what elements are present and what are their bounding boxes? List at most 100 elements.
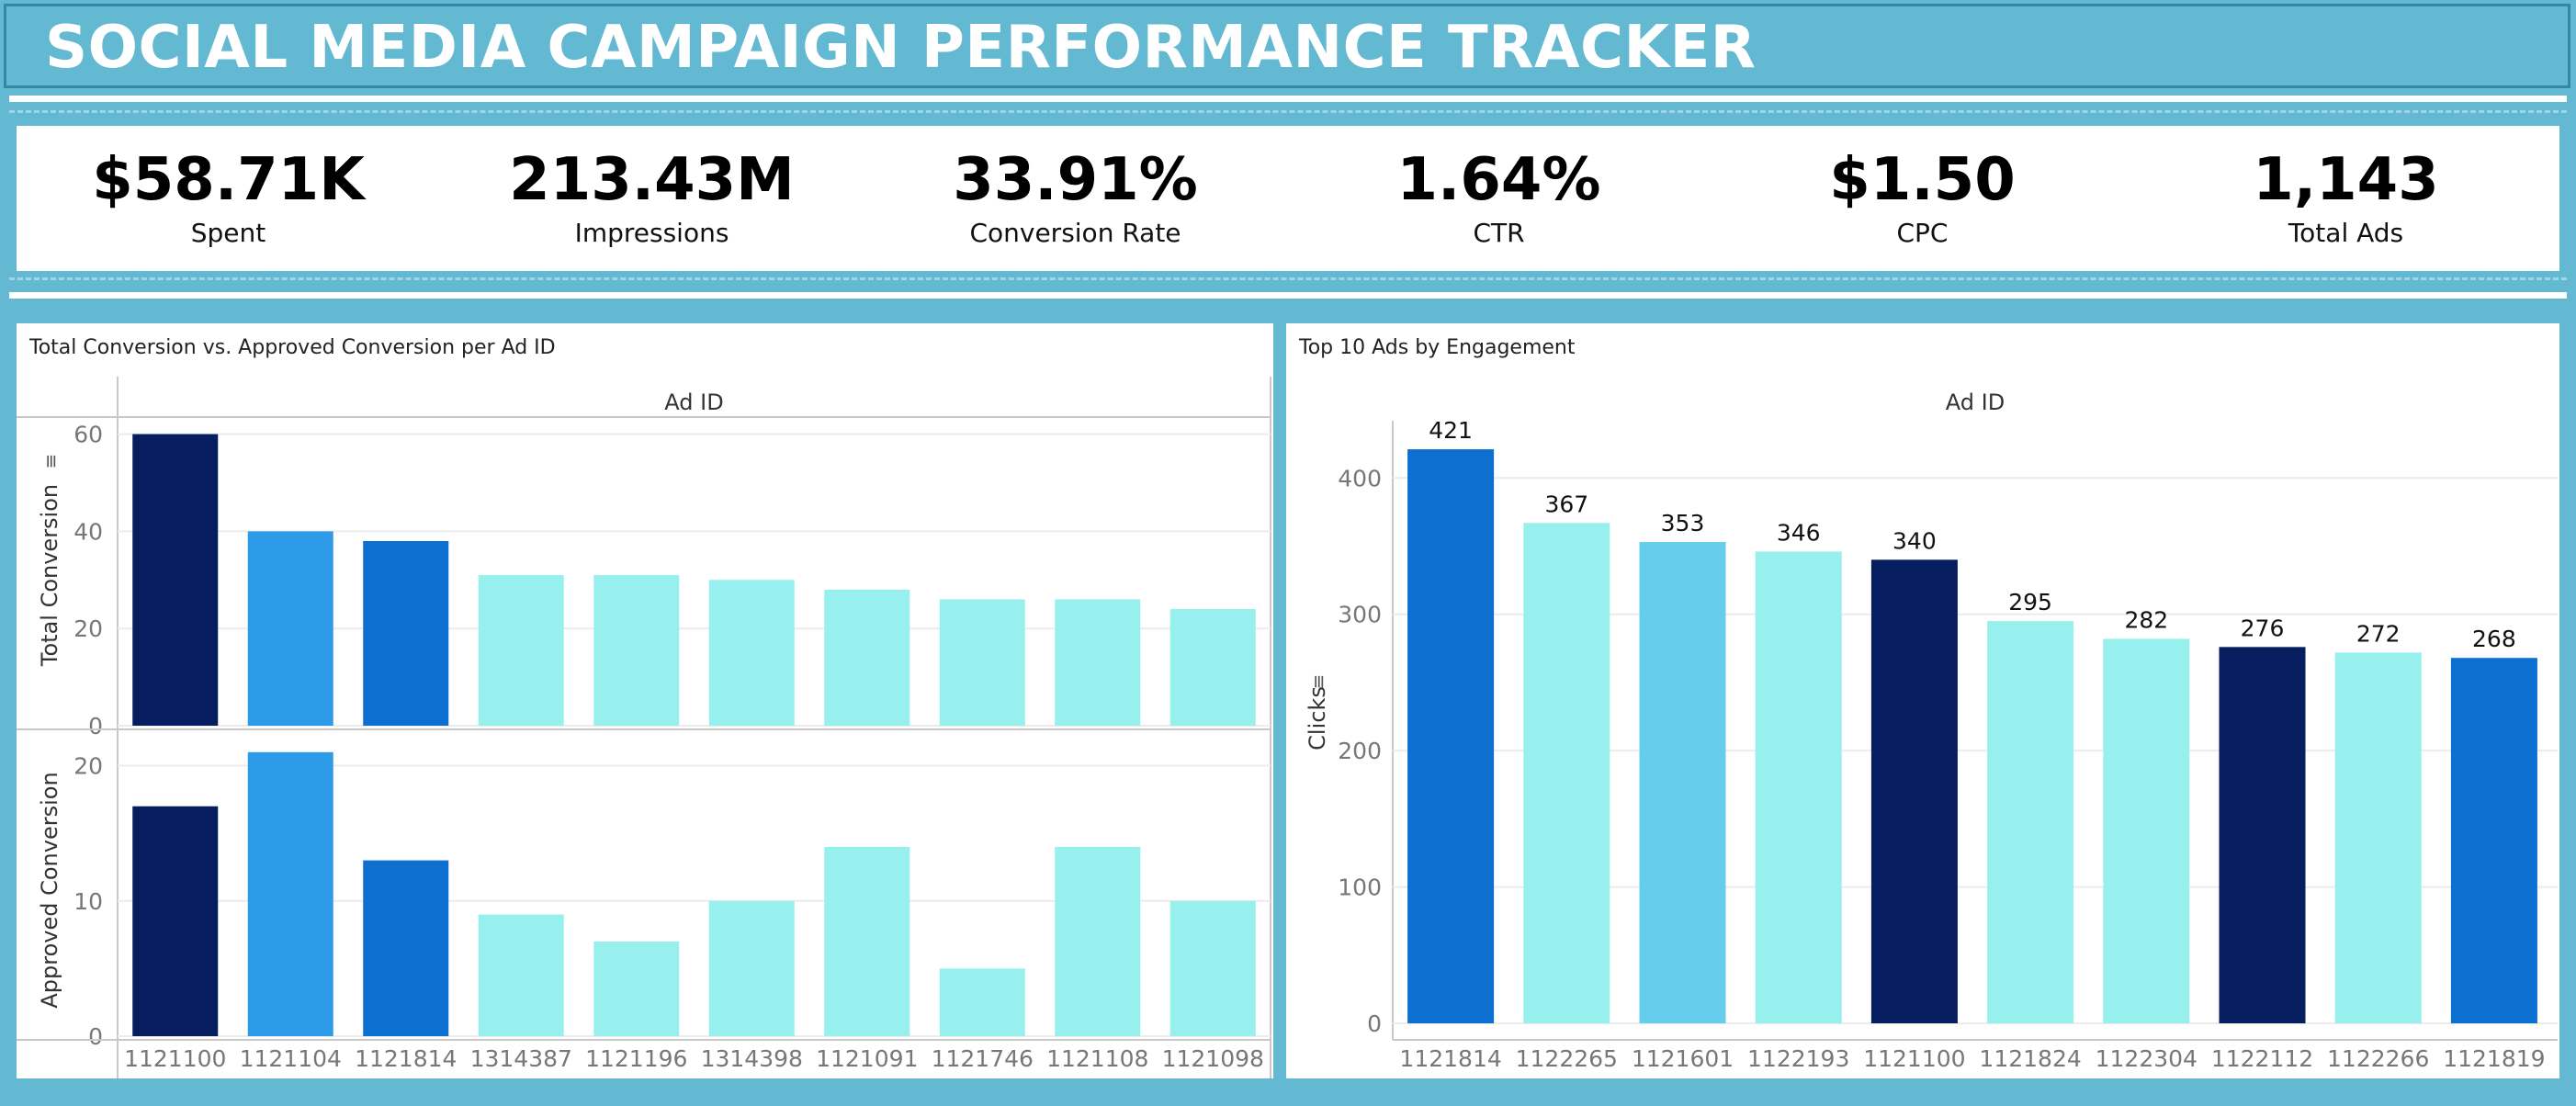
clicks-bar [1870,559,1958,1023]
y-tick-label: 400 [1338,465,1382,491]
data-label: 276 [2241,615,2285,641]
kpi-value: 1,143 [2253,146,2439,214]
y-tick-label: 200 [1338,738,1382,764]
approved-conversion-bar [132,806,219,1036]
approved-conversion-bar [363,860,449,1036]
section-divider [9,292,2567,299]
title-bar: SOCIAL MEDIA CAMPAIGN PERFORMANCE TRACKE… [4,4,2570,88]
approved-conversion-bar [1055,846,1141,1036]
x-tick-label: 1121601 [1632,1045,1734,1072]
engagement-chart-title: Top 10 Ads by Engagement [1299,336,1576,359]
clicks-bar [1755,551,1842,1023]
y-axis-title: Clicks [1305,686,1330,750]
clicks-bar [2103,638,2190,1023]
total-conversion-bar [593,575,680,726]
divider-dashed [9,110,2567,113]
approved-conversion-bar [939,968,1025,1036]
y-axis-title: Total Conversion [37,484,62,667]
kpi-value: $1.50 [1829,146,2016,214]
data-label: 421 [1429,417,1473,444]
x-tick-label: 1121196 [585,1045,687,1072]
clicks-bar [1987,621,2074,1023]
data-label: 295 [2008,589,2052,615]
divider-dashed [9,277,2567,280]
total-conversion-bar [1169,609,1256,726]
kpi-label: Spent [190,218,266,248]
y-tick-label: 10 [73,888,103,915]
engagement-chart-panel: Ad ID 0 100 200 300 400 Clicks ≡ 421 1121814 367 11… [1286,323,2559,1078]
y-tick-label: 300 [1338,602,1382,628]
clicks-bar [1407,449,1495,1023]
y-tick-label: 100 [1338,875,1382,901]
total-conversion-bar [132,434,219,726]
y-axis-title: Approved Conversion [37,772,62,1008]
x-tick-label: 1121108 [1046,1045,1148,1072]
y-tick-label: 60 [73,422,103,448]
x-tick-label: 1122193 [1747,1045,1849,1072]
x-tick-label: 1121814 [355,1045,457,1072]
clicks-bar [2219,647,2306,1023]
conversion-chart-title: Total Conversion vs. Approved Conversion… [29,336,556,359]
conversion-chart-panel: Ad ID 0 20 40 60 Total Conversion 0 10 20 Approve… [17,323,1273,1078]
y-tick-label: 0 [88,713,103,739]
header-divider [9,96,2567,102]
kpi-value: 33.91% [953,146,1198,214]
total-conversion-bar [1055,599,1141,726]
x-tick-label: 1314387 [470,1045,572,1072]
data-label: 268 [2472,626,2516,652]
x-tick-label: 1121814 [1399,1045,1501,1072]
x-tick-label: 1121746 [932,1045,1034,1072]
y-tick-label: 20 [73,753,103,780]
total-conversion-bar [247,531,333,726]
kpi-value: $58.71K [92,146,365,214]
x-tick-label: 1121819 [2443,1045,2545,1072]
kpi-cpc: $1.50 CPC [1711,126,2134,271]
total-conversion-bar [363,540,449,726]
kpi-label: Total Ads [2288,218,2404,248]
engagement-chart: Ad ID 0 100 200 300 400 Clicks≡ 421 1121814 367 11… [1305,389,2558,1072]
kpi-label: CPC [1896,218,1949,248]
clicks-bar [2334,652,2422,1023]
kpi-spent: $58.71K Spent [17,126,440,271]
kpi-label: Conversion Rate [969,218,1181,248]
conversion-chart: Ad ID 0 20 40 60 Total Conversion 0 10 20 Approve… [17,377,1271,1078]
kpi-ctr: 1.64% CTR [1287,126,1711,271]
kpi-value: 213.43M [509,146,795,214]
x-tick-label: 1121100 [124,1045,226,1072]
total-conversion-bar [939,599,1025,726]
x-tick-label: 1314398 [701,1045,803,1072]
total-conversion-bar [824,589,910,726]
approved-conversion-bar [708,900,795,1036]
x-tick-label: 1121098 [1162,1045,1264,1072]
data-label: 353 [1661,510,1705,536]
y-tick-label: 0 [1367,1010,1382,1037]
sort-icon: ≡ [1307,674,1329,690]
x-tick-label: 1122266 [2327,1045,2429,1072]
data-label: 346 [1777,519,1821,546]
data-label: 340 [1892,527,1937,554]
y-tick-label: 0 [88,1023,103,1050]
dashboard: SOCIAL MEDIA CAMPAIGN PERFORMANCE TRACKE… [0,0,2576,1106]
x-axis-title: Ad ID [664,389,723,415]
approved-conversion-bar [1169,900,1256,1036]
data-label: 367 [1544,491,1588,517]
x-tick-label: 1121091 [816,1045,918,1072]
data-label: 282 [2124,606,2168,633]
approved-conversion-bar [593,941,680,1036]
x-tick-label: 1121104 [240,1045,342,1072]
data-label: 272 [2356,620,2401,647]
clicks-bar [1523,523,1610,1023]
x-tick-label: 1122304 [2096,1045,2198,1072]
kpi-label: Impressions [574,218,729,248]
kpi-label: CTR [1473,218,1525,248]
y-tick-label: 40 [73,518,103,545]
kpi-value: 1.64% [1396,146,1601,214]
y-tick-label: 20 [73,615,103,642]
x-tick-label: 1121824 [1979,1045,2081,1072]
clicks-bar [2450,658,2537,1023]
dashboard-title: SOCIAL MEDIA CAMPAIGN PERFORMANCE TRACKE… [45,14,1757,82]
approved-conversion-bar [824,846,910,1036]
approved-conversion-bar [478,914,564,1036]
approved-conversion-bar [247,751,333,1036]
total-conversion-bar [478,575,564,726]
